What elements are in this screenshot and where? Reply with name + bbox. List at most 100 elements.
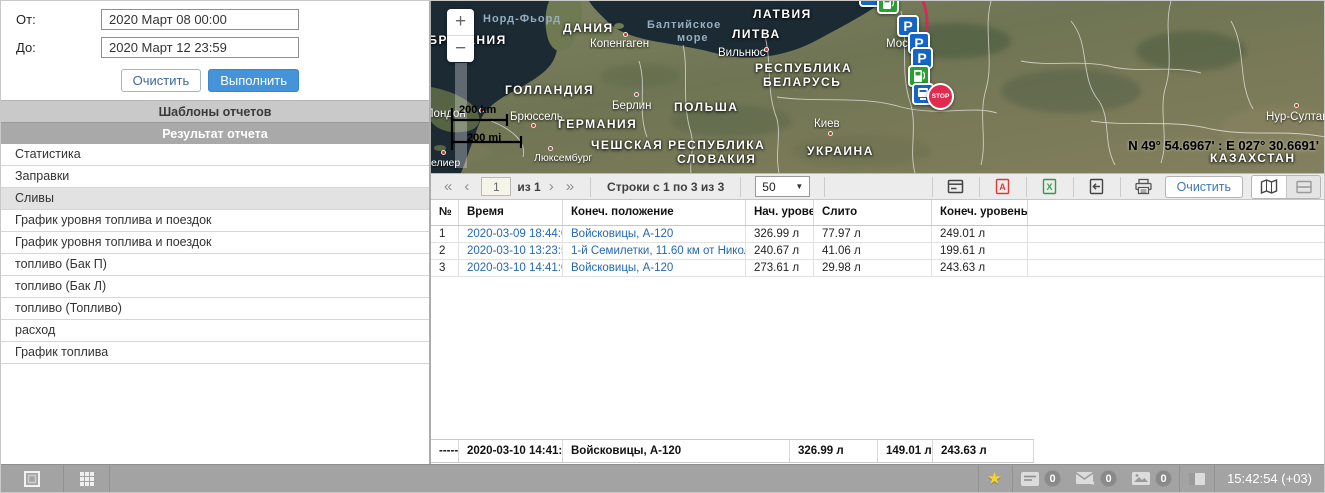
chevron-down-icon: ▼ — [795, 182, 804, 191]
map-label: ЛИТВА — [732, 27, 781, 41]
table-row[interactable]: 12020-03-09 18:44:06Войсковицы, А-120326… — [431, 226, 1324, 243]
table-body: 12020-03-09 18:44:06Войсковицы, А-120326… — [431, 226, 1324, 277]
table-cell: Время — [459, 200, 563, 225]
report-item[interactable]: топливо (Бак П) — [1, 254, 429, 276]
stop-marker[interactable]: STOP — [927, 83, 954, 110]
status-left-tools — [1, 465, 110, 492]
export-file-icon[interactable] — [1084, 174, 1110, 200]
page-prev-button[interactable]: ‹ — [458, 174, 475, 199]
execute-button[interactable]: Выполнить — [208, 69, 299, 92]
svg-text:A: A — [999, 182, 1006, 192]
page-number-input[interactable]: 1 — [481, 177, 512, 196]
table-cell[interactable]: 1-й Семилетки, 11.60 км от Никольское — [563, 243, 746, 259]
scale-km-label: 200 km — [459, 104, 497, 116]
grid-toolbar: « ‹ 1 из 1 › » Строки с 1 по 3 из 3 50 ▼… — [431, 173, 1324, 200]
report-item[interactable]: График топлива — [1, 342, 429, 364]
toolbar-divider — [740, 176, 742, 197]
map-view-toggle[interactable] — [1252, 175, 1286, 198]
city-dot — [1294, 103, 1299, 108]
table-cell: 2020-03-10 14:41:04 — [459, 440, 563, 462]
table-cell[interactable]: 2020-03-10 13:23:58 — [459, 243, 563, 259]
to-label: До: — [16, 39, 36, 55]
to-input[interactable] — [101, 36, 299, 58]
table-cell[interactable]: 2020-03-10 14:41:04 — [459, 260, 563, 276]
report-item[interactable]: расход — [1, 320, 429, 342]
table-cell[interactable]: 2020-03-09 18:44:06 — [459, 226, 563, 242]
table-row[interactable]: 32020-03-10 14:41:04Войсковицы, А-120273… — [431, 260, 1324, 277]
map-label: море — [677, 32, 709, 44]
map-label: Копенгаген — [590, 38, 650, 50]
page-of-label: из 1 — [517, 179, 541, 194]
from-row: От: — [1, 5, 429, 33]
report-item[interactable]: Сливы — [1, 188, 429, 210]
fuel-marker[interactable] — [877, 1, 899, 14]
window-view-icon[interactable] — [1, 470, 63, 488]
zoom-in-button[interactable]: + — [447, 9, 474, 35]
map-label: ПОЛЬША — [674, 100, 739, 114]
favorites-star-icon[interactable]: ★ — [987, 469, 1002, 489]
page-last-button[interactable]: » — [560, 174, 580, 199]
from-label: От: — [16, 11, 36, 27]
export-excel-icon[interactable]: X — [1037, 174, 1063, 200]
grid-clear-button[interactable]: Очистить — [1164, 175, 1243, 198]
status-divider — [1012, 465, 1014, 492]
table-cell: 240.67 л — [746, 243, 814, 259]
photos-badge[interactable]: 0 — [1131, 470, 1173, 487]
scale-mi-label: 200 mi — [467, 132, 502, 144]
fuel-pump-icon — [883, 1, 894, 9]
table-cell: 249.01 л — [932, 226, 1028, 242]
templates-header[interactable]: Шаблоны отчетов — [1, 100, 429, 122]
map-label: ЛАТВИЯ — [753, 7, 812, 21]
clear-button[interactable]: Очистить — [120, 69, 202, 92]
table-cell[interactable]: Войсковицы, А-120 — [563, 260, 746, 276]
page-first-button[interactable]: « — [438, 174, 458, 199]
to-row: До: — [1, 33, 429, 61]
table-cell: 2 — [431, 243, 459, 259]
table-row[interactable]: 22020-03-10 13:23:581-й Семилетки, 11.60… — [431, 243, 1324, 260]
panel-layout-icon[interactable] — [1180, 472, 1214, 486]
map-label: КАЗАХСТАН — [1210, 151, 1296, 165]
result-header[interactable]: Результат отчета — [1, 122, 429, 144]
split-view-toggle[interactable] — [1286, 175, 1320, 198]
report-item[interactable]: Заправки — [1, 166, 429, 188]
zoom-out-button[interactable]: − — [447, 36, 474, 62]
messages-count: 0 — [1100, 470, 1118, 487]
export-pdf-icon[interactable]: A — [990, 174, 1016, 200]
map-label: Берлин — [612, 100, 652, 112]
report-list: Статистика Заправки Сливы График уровня топ… — [1, 144, 429, 364]
from-input[interactable] — [101, 8, 299, 30]
grid-view-icon[interactable] — [64, 470, 109, 488]
map-label: Киев — [814, 118, 840, 130]
report-window-icon[interactable] — [943, 174, 969, 200]
map-label: Люксембург — [534, 152, 593, 164]
city-dot — [441, 150, 446, 155]
report-item[interactable]: топливо (Топливо) — [1, 298, 429, 320]
table-cell[interactable]: Войсковицы, А-120 — [563, 226, 746, 242]
map-label: ГЕРМАНИЯ — [558, 117, 638, 131]
photos-count: 0 — [1155, 470, 1173, 487]
print-icon[interactable] — [1131, 174, 1157, 200]
page-next-button[interactable]: › — [543, 174, 560, 199]
report-panel: От: До: Очистить Выполнить Шаблоны отчет… — [1, 1, 431, 466]
toolbar-divider — [1119, 176, 1121, 197]
toolbar-divider — [978, 176, 980, 197]
table-header: №ВремяКонеч. положениеНач. уровеньСлитоК… — [431, 200, 1324, 226]
table-cell: 243.63 л — [932, 260, 1028, 276]
report-item[interactable]: Статистика — [1, 144, 429, 166]
notes-icon — [1021, 471, 1040, 486]
table-cell: Слито — [814, 200, 932, 225]
messages-badge[interactable]: 0 — [1075, 470, 1118, 487]
report-item[interactable]: График уровня топлива и поездок — [1, 210, 429, 232]
city-dot — [634, 92, 639, 97]
status-bar: ★ 0 0 0 15:42:54 (+03) — [1, 464, 1324, 492]
notifications-badge[interactable]: 0 — [1020, 470, 1062, 487]
page-size-value: 50 — [762, 179, 776, 194]
map[interactable]: ВЕЛИКОБРИТАНИЯНорд-ФьордДАНИЯКопенгагенБ… — [431, 1, 1324, 173]
table-cell: Нач. уровень — [746, 200, 814, 225]
rows-info: Строки с 1 по 3 из 3 — [607, 179, 725, 194]
report-item[interactable]: топливо (Бак Л) — [1, 276, 429, 298]
table-cell: 326.99 л — [790, 440, 878, 462]
map-label: УКРАИНА — [807, 144, 874, 158]
report-item[interactable]: График уровня топлива и поездок — [1, 232, 429, 254]
page-size-select[interactable]: 50 ▼ — [755, 176, 811, 197]
